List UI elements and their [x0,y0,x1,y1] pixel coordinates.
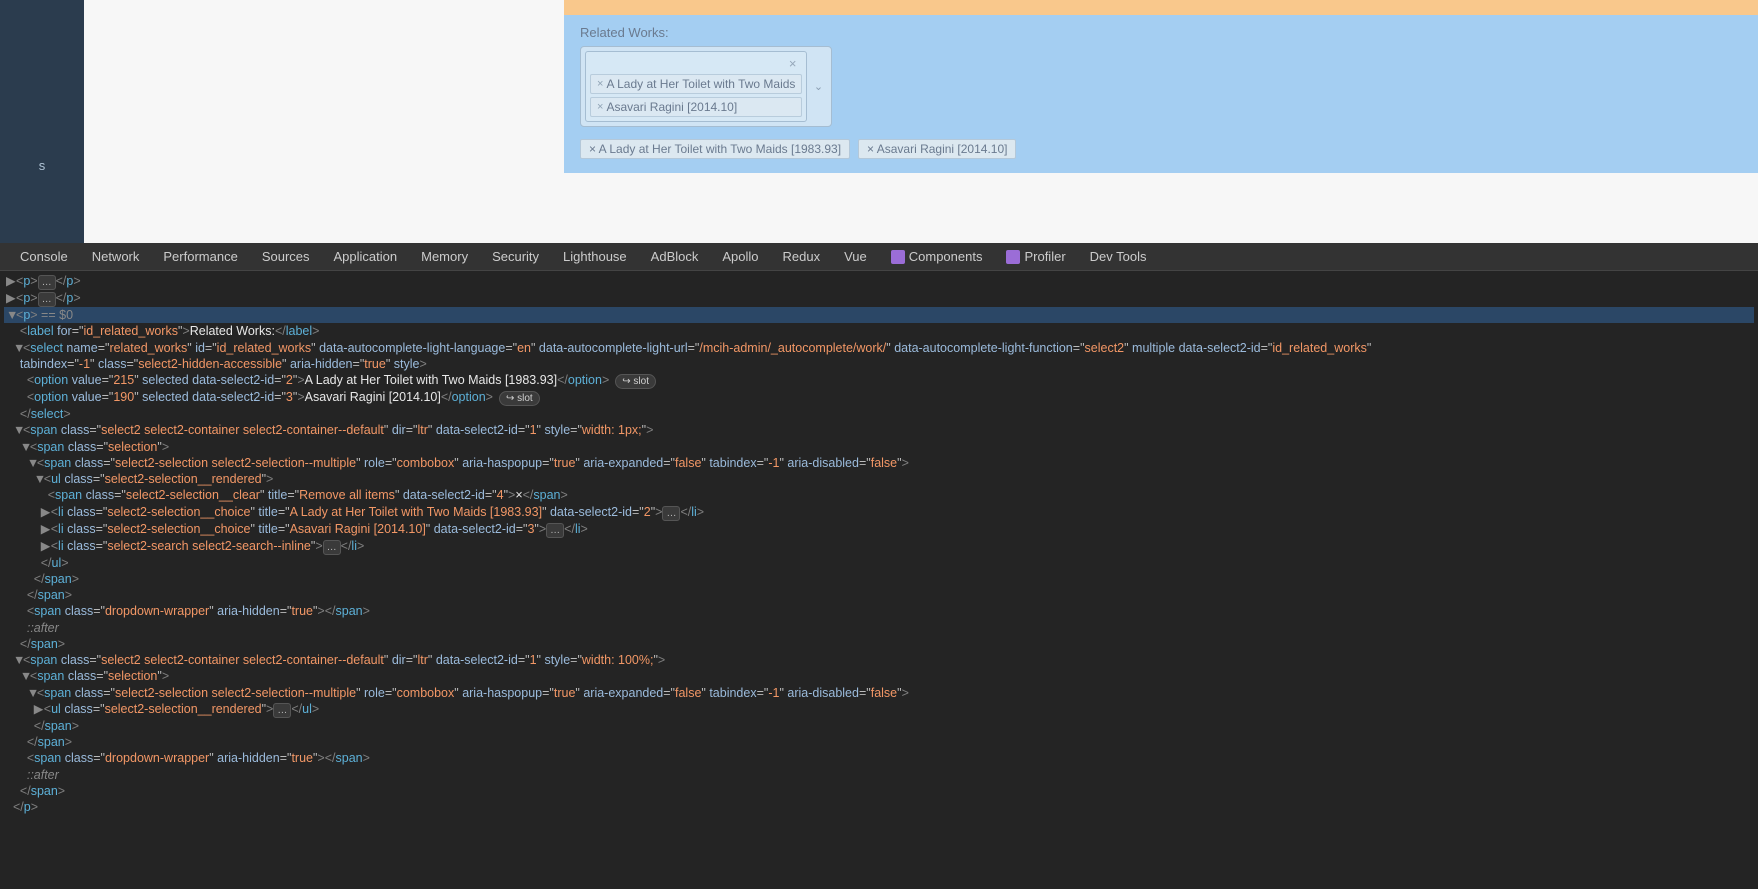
select2-widget-1[interactable]: × × A Lady at Her Toilet with Two Maids … [580,46,832,127]
tab-components[interactable]: Components [879,243,995,270]
chevron-down-icon[interactable]: ⌄ [809,80,827,93]
choice-label: Asavari Ragini [2014.10] [606,100,737,114]
react-icon [891,250,905,264]
tab-vue[interactable]: Vue [832,243,879,270]
elements-tree[interactable]: ▶<p>…</p> ▶<p>…</p> ▼<p> == $0 <label fo… [0,271,1758,817]
tab-redux[interactable]: Redux [771,243,833,270]
tab-profiler[interactable]: Profiler [994,243,1077,270]
tab-memory[interactable]: Memory [409,243,480,270]
choice-label: A Lady at Her Toilet with Two Maids [606,77,795,91]
select2-widget-2[interactable]: × A Lady at Her Toilet with Two Maids [1… [580,139,1742,159]
highlight-orange-bar [564,0,1758,15]
tab-security[interactable]: Security [480,243,551,270]
devtools-tabs: Console Network Performance Sources Appl… [0,243,1758,271]
select2-choice-2b[interactable]: × Asavari Ragini [2014.10] [858,139,1016,159]
tab-apollo[interactable]: Apollo [710,243,770,270]
select2-choice-1b[interactable]: × A Lady at Her Toilet with Two Maids [1… [580,139,850,159]
related-works-label: Related Works: [580,25,1742,40]
remove-icon[interactable]: × [597,101,603,113]
selected-node[interactable]: ▼<p> == $0 [4,307,1754,323]
select2-choice-1[interactable]: × A Lady at Her Toilet with Two Maids [590,74,802,94]
tab-performance[interactable]: Performance [151,243,249,270]
devtools-panel: Console Network Performance Sources Appl… [0,243,1758,889]
remove-icon[interactable]: × [597,78,603,90]
sidebar-item-label: s [39,158,46,173]
tab-lighthouse[interactable]: Lighthouse [551,243,639,270]
content-area: Related Works: × × A Lady at Her Toilet … [84,0,1758,243]
tab-application[interactable]: Application [322,243,410,270]
select2-clear[interactable]: × [590,56,802,71]
tab-network[interactable]: Network [80,243,152,270]
tab-devtools[interactable]: Dev Tools [1078,243,1159,270]
react-icon [1006,250,1020,264]
highlight-blue-panel: Related Works: × × A Lady at Her Toilet … [564,15,1758,173]
select2-choice-2[interactable]: × Asavari Ragini [2014.10] [590,97,802,117]
tab-console[interactable]: Console [8,243,80,270]
tab-adblock[interactable]: AdBlock [639,243,711,270]
admin-sidebar[interactable]: s [0,0,84,243]
tab-sources[interactable]: Sources [250,243,322,270]
